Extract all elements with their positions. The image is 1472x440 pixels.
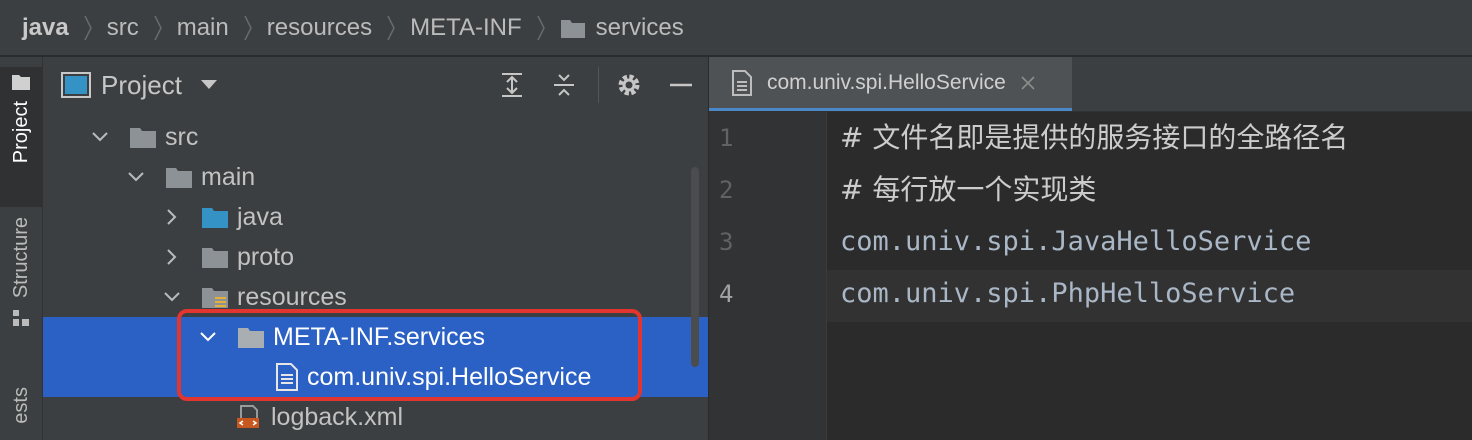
chevron-down-icon[interactable] <box>163 288 181 306</box>
tree-item-main[interactable]: main <box>43 157 708 197</box>
folder-icon <box>12 75 30 90</box>
folder-icon <box>202 248 228 268</box>
breadcrumb-item-resources[interactable]: resources <box>267 14 372 42</box>
tree-item-label: main <box>201 162 256 191</box>
project-panel-header: Project <box>43 57 708 113</box>
chevron-right-icon <box>243 14 253 42</box>
breadcrumb-item-java[interactable]: java <box>22 14 69 42</box>
line-number: 2 <box>719 176 734 204</box>
project-panel: Project src main java proto resources ME… <box>43 57 708 440</box>
chevron-right-icon[interactable] <box>163 208 181 226</box>
breadcrumb-item-src[interactable]: src <box>107 14 139 42</box>
code-line[interactable]: # 文件名即是提供的服务接口的全路径名 <box>840 112 1348 164</box>
tool-tab-structure[interactable]: Structure <box>0 217 42 328</box>
code-line[interactable]: com.univ.spi.PhpHelloService <box>840 268 1295 320</box>
tree-item-label: logback.xml <box>271 402 403 431</box>
highlight-annotation <box>177 309 642 401</box>
folder-icon <box>560 19 585 38</box>
code-line[interactable]: # 每行放一个实现类 <box>840 164 1096 216</box>
editor-tab-bar: com.univ.spi.HelloService <box>709 57 1472 112</box>
chevron-right-icon <box>536 14 546 42</box>
tool-tab-tests[interactable]: ests <box>0 387 42 424</box>
tool-tab-project[interactable]: Project <box>0 67 42 207</box>
breadcrumb: java src main resources META-INF service… <box>0 0 1472 56</box>
minimize-icon[interactable] <box>667 71 695 99</box>
tree-item-label: src <box>165 122 199 151</box>
line-number: 4 <box>719 280 734 308</box>
project-window-icon <box>61 72 91 98</box>
breadcrumb-item-label: services <box>595 13 684 41</box>
folder-icon <box>166 168 192 188</box>
xml-file-icon <box>237 405 259 428</box>
chevron-down-icon[interactable] <box>127 168 145 186</box>
expand-all-icon[interactable] <box>498 71 526 99</box>
line-number: 3 <box>719 228 734 256</box>
project-view-selector[interactable]: Project <box>101 70 182 101</box>
tree-item-src[interactable]: src <box>43 117 708 157</box>
breadcrumb-item-main[interactable]: main <box>177 14 229 42</box>
tool-tab-structure-label: Structure <box>9 217 32 299</box>
tool-tab-project-label: Project <box>9 101 32 164</box>
tree-item-label: proto <box>237 242 294 271</box>
tree-item-java[interactable]: java <box>43 197 708 237</box>
text-file-icon <box>732 69 752 96</box>
resources-folder-icon <box>202 288 228 308</box>
breadcrumb-item-services[interactable]: services <box>560 14 684 42</box>
collapse-all-icon[interactable] <box>550 71 578 99</box>
line-number: 1 <box>719 124 734 152</box>
editor-tab-label: com.univ.spi.HelloService <box>767 70 1006 94</box>
editor-tab[interactable]: com.univ.spi.HelloService <box>709 57 1072 111</box>
tree-item-label: java <box>237 202 283 231</box>
source-folder-icon <box>202 208 228 228</box>
tree-item-proto[interactable]: proto <box>43 237 708 277</box>
chevron-right-icon <box>83 14 93 42</box>
structure-icon <box>13 310 29 327</box>
chevron-right-icon[interactable] <box>163 248 181 266</box>
code-line[interactable]: com.univ.spi.JavaHelloService <box>840 216 1311 268</box>
editor-panel: com.univ.spi.HelloService 1 2 3 4 # 文件名即… <box>709 57 1472 440</box>
chevron-right-icon <box>386 14 396 42</box>
gear-icon[interactable] <box>615 71 643 99</box>
close-icon[interactable] <box>1020 75 1036 91</box>
chevron-down-icon[interactable] <box>91 128 109 146</box>
tree-item-label: resources <box>237 282 347 311</box>
header-divider <box>598 67 599 103</box>
chevron-down-icon[interactable] <box>200 79 218 91</box>
tree-item-logback-xml[interactable]: logback.xml <box>43 397 708 437</box>
tool-tab-tests-label: ests <box>9 387 32 424</box>
line-number-gutter: 1 2 3 4 <box>709 112 827 440</box>
scrollbar[interactable] <box>691 167 699 367</box>
folder-icon <box>130 128 156 148</box>
breadcrumb-item-meta-inf[interactable]: META-INF <box>410 14 522 42</box>
tool-window-strip: Project Structure ests <box>0 57 43 440</box>
chevron-right-icon <box>153 14 163 42</box>
